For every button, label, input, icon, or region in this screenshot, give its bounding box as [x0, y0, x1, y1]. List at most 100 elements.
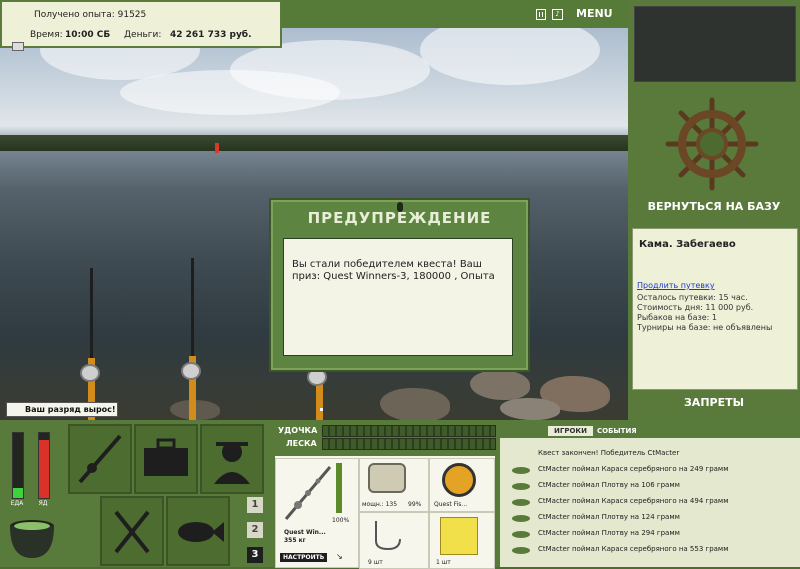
- page-1-button[interactable]: 1: [247, 497, 263, 513]
- fish-icon: [512, 515, 530, 522]
- map-box: [634, 6, 796, 82]
- event-item: CtMacter поймал Карася серебряного на 55…: [538, 545, 729, 553]
- reel-icon: [181, 362, 201, 380]
- hook-count: 9 шт: [368, 559, 383, 566]
- home-icon[interactable]: [12, 42, 24, 51]
- bobber: [320, 408, 323, 411]
- event-item: Квест закончен! Победитель CtMacter: [538, 449, 680, 457]
- fish-icon: [178, 522, 224, 542]
- rod-percent: 100%: [332, 517, 350, 524]
- fish-icon: [512, 531, 530, 538]
- tackle-cards: 100% Quest Win... 355 кг НАСТРОИТЬ ↘ мощ…: [275, 456, 495, 569]
- line-name: Quest Fis...: [434, 501, 468, 508]
- fish-icon: [512, 483, 530, 490]
- ship-wheel-icon[interactable]: [664, 96, 760, 192]
- buoy: [215, 143, 219, 153]
- cauldron-icon[interactable]: [6, 516, 58, 562]
- bait-count: 1 шт: [436, 559, 451, 566]
- food-meter-fill: [13, 488, 23, 498]
- tackle-box-slot[interactable]: [134, 424, 198, 494]
- event-item: CtMacter поймал Плотву на 124 грамм: [538, 513, 680, 521]
- event-item: CtMacter поймал Плотву на 294 грамм: [538, 529, 680, 537]
- fish-icon: [512, 467, 530, 474]
- pause-icon[interactable]: [536, 9, 546, 20]
- fisherman-slot[interactable]: [200, 424, 264, 494]
- hook-icon: [375, 521, 401, 551]
- setup-button[interactable]: НАСТРОИТЬ: [280, 553, 328, 562]
- rank-notice[interactable]: Ваш разряд вырос!: [6, 402, 118, 417]
- event-item: CtMacter поймал Карася серебряного на 49…: [538, 497, 729, 505]
- extend-voucher-link[interactable]: Продлить путевку: [637, 281, 715, 290]
- cloud: [120, 70, 340, 115]
- poison-meter-fill: [39, 440, 49, 498]
- warning-dialog[interactable]: ПРЕДУПРЕЖДЕНИЕ Вы стали победителем квес…: [269, 198, 530, 372]
- rock: [380, 388, 450, 420]
- tab-players[interactable]: ИГРОКИ: [548, 426, 593, 436]
- reel-percent: 99%: [408, 501, 422, 508]
- location-name: Кама. Забегаево: [639, 239, 736, 250]
- rod-icon: [78, 434, 122, 484]
- money-value: 42 261 733 руб.: [170, 30, 252, 40]
- fish-icon: [512, 547, 530, 554]
- exp-label: Получено опыта:: [34, 10, 115, 20]
- voucher-remaining: Осталось путевки: 15 час.: [637, 293, 748, 302]
- rod-tension-label: УДОЧКА: [278, 426, 318, 435]
- food-slot[interactable]: [100, 496, 164, 566]
- reel-icon: [368, 463, 406, 493]
- exp-value: 91525: [117, 10, 147, 20]
- rod-durability-fill: [336, 463, 342, 513]
- rod-card[interactable]: 100% Quest Win... 355 кг НАСТРОИТЬ ↘: [275, 458, 359, 568]
- rank-notice-text: Ваш разряд вырос!: [25, 405, 116, 414]
- event-item: CtMacter поймал Карася серебряного на 24…: [538, 465, 729, 473]
- tab-events[interactable]: СОБЫТИЯ: [597, 427, 637, 435]
- poison-label: ЯД: [38, 500, 48, 507]
- line-tension-bar: [322, 438, 496, 450]
- reel-power: мощн.: 135: [362, 501, 398, 508]
- rod-name: Quest Win...: [284, 529, 326, 536]
- rod-tension-bar: [322, 425, 496, 437]
- page-3-button[interactable]: 3: [247, 547, 263, 563]
- bait-card[interactable]: 1 шт: [429, 512, 495, 569]
- rods-slot[interactable]: [68, 424, 132, 494]
- base-info-panel: Кама. Забегаево Продлить путевку Осталос…: [632, 228, 798, 390]
- tournaments-info: Турниры на базе: не объявлены: [637, 323, 773, 332]
- time-value: 10:00 СБ: [65, 30, 111, 40]
- poison-meter: [38, 432, 50, 499]
- pin-icon: [397, 202, 403, 212]
- menu-button[interactable]: MENU: [576, 7, 613, 20]
- bait-icon: [440, 517, 478, 555]
- rod-durability-bar: [336, 463, 342, 513]
- page-2-button[interactable]: 2: [247, 522, 263, 538]
- fisherman-icon: [214, 442, 250, 484]
- reel-card[interactable]: мощн.: 135 99%: [359, 458, 429, 512]
- money-label: Деньги:: [124, 30, 162, 40]
- dialog-body: Вы стали победителем квеста! Ваш приз: Q…: [283, 238, 513, 356]
- fish-slot[interactable]: [166, 496, 230, 566]
- top-bar: ♪ MENU: [280, 0, 628, 28]
- rod-weight: 355 кг: [284, 537, 306, 544]
- line-tension-label: ЛЕСКА: [286, 439, 317, 448]
- dialog-message: Вы стали победителем квеста! Ваш приз: Q…: [292, 259, 495, 282]
- far-shore: [0, 135, 628, 151]
- bans-button[interactable]: ЗАПРЕТЫ: [628, 396, 800, 409]
- line-spool-icon: [442, 463, 476, 497]
- reel-icon: [80, 364, 100, 382]
- rod-icon: [284, 466, 332, 520]
- food-meter: [12, 432, 24, 499]
- events-tabbar: [500, 420, 800, 438]
- hook-card[interactable]: 9 шт: [359, 512, 429, 569]
- arrow-down-right-icon: ↘: [336, 552, 343, 561]
- day-cost: Стоимость дня: 11 000 руб.: [637, 303, 754, 312]
- tackle-box-icon: [144, 438, 188, 476]
- sound-icon[interactable]: ♪: [552, 9, 563, 20]
- line-card[interactable]: Quest Fis...: [429, 458, 495, 512]
- return-to-base-button[interactable]: ВЕРНУТЬСЯ НА БАЗУ: [628, 200, 800, 213]
- exp-row: Получено опыта: 91525: [34, 10, 146, 20]
- rock: [500, 398, 560, 420]
- fishing-rod-2[interactable]: [191, 258, 194, 358]
- food-label: ЕДА: [10, 500, 24, 507]
- rock: [470, 370, 530, 400]
- fishing-rod-1[interactable]: [90, 268, 93, 360]
- fish-icon: [512, 499, 530, 506]
- time-label: Время:: [30, 30, 63, 40]
